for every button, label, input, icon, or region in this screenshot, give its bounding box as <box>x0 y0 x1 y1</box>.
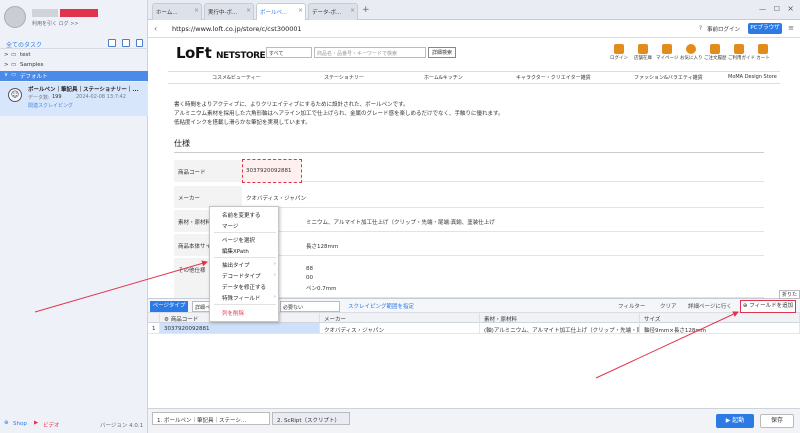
start-label: 起動 <box>732 417 745 424</box>
start-button[interactable]: ▶ 起動 <box>716 414 754 428</box>
bottom-bar: 1. ボールペン｜筆記具｜ステーシ... 2. ScRipt（スクリプト） ▶ … <box>148 408 800 433</box>
bottom-tab-task[interactable]: 1. ボールペン｜筆記具｜ステーシ... <box>152 412 270 425</box>
arrow-to-add-field <box>595 311 739 379</box>
arrow-to-context-menu <box>34 260 208 313</box>
save-button[interactable]: 保存 <box>760 414 794 428</box>
annotation-arrows <box>34 260 739 379</box>
bottom-tab-script[interactable]: 2. ScRipt（スクリプト） <box>272 412 350 425</box>
